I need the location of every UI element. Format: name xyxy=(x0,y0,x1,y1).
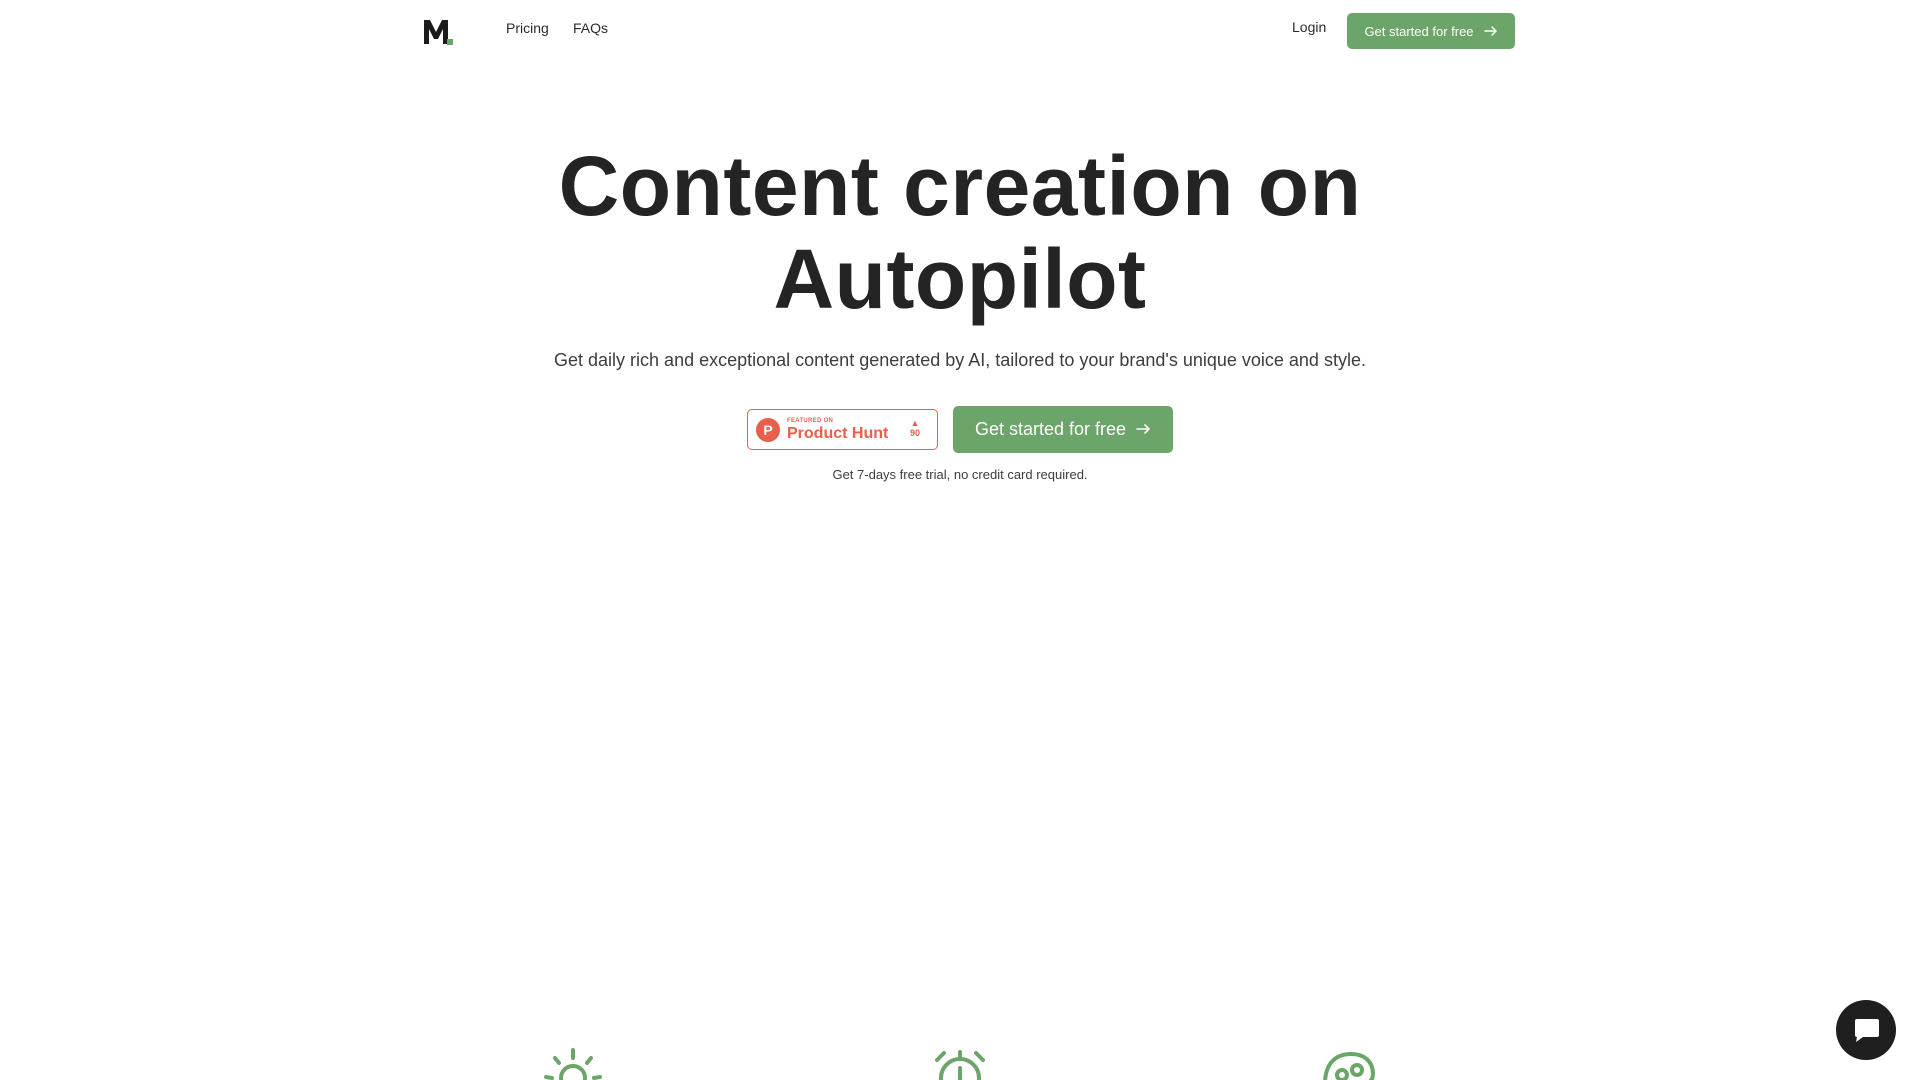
palette-icon xyxy=(1317,1048,1381,1080)
upvote-triangle-icon: ▲ xyxy=(910,418,920,428)
landing-page: Pricing FAQs Login Get started for free … xyxy=(0,0,1920,1080)
nav-link-pricing[interactable]: Pricing xyxy=(506,20,549,36)
product-hunt-name: Product Hunt xyxy=(787,425,889,442)
sun-icon xyxy=(541,1048,605,1080)
hero-get-started-label: Get started for free xyxy=(974,419,1127,439)
hero-title-line2: Autopilot xyxy=(773,232,1147,326)
product-hunt-featured-label: FEATURED ON xyxy=(787,418,834,424)
trial-note: Get 7-days free trial, no credit card re… xyxy=(832,467,1088,482)
hero-subtitle: Get daily rich and exceptional content g… xyxy=(554,350,1366,370)
hero-title: Content creation on Autopilot xyxy=(0,140,1920,326)
login-link[interactable]: Login xyxy=(1292,19,1326,35)
arrow-right-icon xyxy=(1483,24,1498,39)
product-hunt-badge[interactable]: P FEATURED ON Product Hunt ▲ 90 xyxy=(747,409,938,450)
nav-get-started-label: Get started for free xyxy=(1364,23,1474,39)
arrow-right-icon xyxy=(1136,419,1151,440)
alarm-clock-icon xyxy=(928,1048,992,1080)
hero-title-line1: Content creation on xyxy=(558,139,1362,233)
chat-bubble-icon[interactable] xyxy=(1836,1000,1896,1060)
upvote-count: 90 xyxy=(909,428,920,438)
product-hunt-upvotes: ▲ 90 xyxy=(907,418,923,439)
m-logo-icon[interactable] xyxy=(423,18,453,46)
product-hunt-logo-icon: P xyxy=(756,418,780,442)
hero-get-started-button[interactable]: Get started for free xyxy=(953,406,1173,453)
nav-link-faqs[interactable]: FAQs xyxy=(573,20,608,36)
nav-get-started-button[interactable]: Get started for free xyxy=(1347,13,1515,49)
top-nav: Pricing FAQs Login Get started for free xyxy=(0,0,1920,62)
